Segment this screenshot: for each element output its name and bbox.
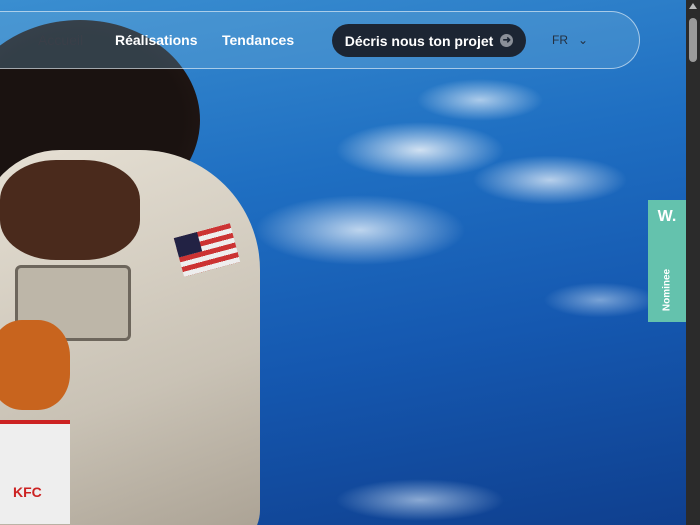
language-value: FR (552, 33, 568, 47)
kfc-bucket: KFC (0, 420, 70, 524)
cta-label: Décris nous ton projet (344, 32, 494, 49)
badge-label: Nominee (661, 268, 673, 312)
nav-accueil[interactable]: Accueil (38, 32, 83, 48)
hero-background: KFC Accueil Réalisations Tendances Décri… (0, 0, 700, 525)
arrow-right-circle-icon: ➜ (500, 34, 514, 47)
badge-logo: W. (657, 208, 677, 225)
nav-tendances[interactable]: Tendances (222, 32, 294, 48)
chevron-down-icon: ⌄ (578, 33, 589, 47)
scrollbar[interactable] (686, 0, 700, 525)
nav-realisations[interactable]: Réalisations (115, 32, 197, 48)
describe-project-button[interactable]: Décris nous ton projet ➜ (332, 24, 526, 57)
fried-chicken (0, 320, 70, 410)
scroll-up-icon[interactable] (689, 3, 697, 9)
bucket-logo-text: KFC (13, 484, 42, 500)
navbar (0, 11, 640, 69)
language-select[interactable]: FR ⌄ (552, 33, 588, 47)
awwwards-nominee-badge[interactable]: W. Nominee (648, 200, 686, 322)
scrollbar-thumb[interactable] (689, 18, 697, 62)
astronaut-face (0, 160, 140, 260)
